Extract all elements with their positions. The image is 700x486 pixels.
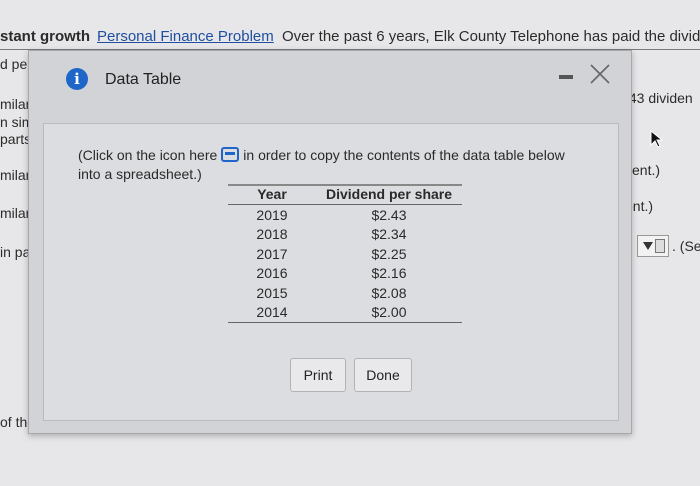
year-cell: 2015	[256, 284, 288, 301]
print-button[interactable]: Print	[290, 358, 346, 392]
year-cell: 2019	[256, 206, 288, 223]
info-icon: i	[66, 68, 88, 90]
instruction-text: (Click on the icon here	[78, 147, 218, 163]
table-row: 2019 $2.43	[228, 205, 462, 225]
dialog-header[interactable]: i Data Table	[29, 51, 631, 109]
table-row: 2018 $2.34	[228, 225, 462, 245]
done-button[interactable]: Done	[354, 358, 412, 392]
year-cell: 2018	[256, 226, 288, 243]
mouse-pointer-icon	[650, 129, 664, 153]
dividend-cell: $2.25	[371, 245, 407, 262]
instruction-text: in order to copy the contents of the dat…	[243, 147, 565, 163]
minimize-icon[interactable]	[559, 75, 573, 79]
table-row: 2014 $2.00	[228, 302, 462, 323]
copy-instructions: (Click on the icon here in order to copy …	[78, 146, 598, 184]
instruction-text: into a spreadsheet.)	[78, 166, 202, 182]
dropdown-scroll-icon	[655, 239, 665, 253]
year-cell: 2014	[228, 302, 316, 323]
answer-dropdown[interactable]	[637, 235, 669, 257]
table-row: 2016 $2.16	[228, 264, 462, 284]
column-header-year: Year	[228, 184, 316, 205]
dividend-cell: $2.43	[371, 206, 407, 223]
dividend-cell: $2.00	[316, 302, 462, 323]
right-fragment: . (Se	[672, 238, 700, 254]
dividend-table: Year Dividend per share 2019 $2.43 2018 …	[228, 184, 462, 323]
dividend-cell: $2.16	[371, 265, 407, 282]
page-title: stant growth	[0, 28, 90, 45]
problem-statement: Over the past 6 years, Elk County Teleph…	[282, 28, 700, 45]
right-fragment: .43 dividen	[625, 90, 693, 106]
column-header-dividend: Dividend per share	[316, 184, 462, 205]
year-cell: 2017	[256, 245, 288, 262]
chevron-down-icon	[643, 242, 653, 250]
table-row: 2017 $2.25	[228, 244, 462, 264]
close-icon[interactable]	[589, 63, 611, 85]
year-cell: 2016	[256, 265, 288, 282]
table-row: 2015 $2.08	[228, 283, 462, 303]
dialog-title: Data Table	[105, 71, 182, 88]
dialog-body: (Click on the icon here in order to copy …	[43, 123, 619, 421]
dividend-cell: $2.08	[371, 284, 407, 301]
dividend-cell: $2.34	[371, 226, 407, 243]
data-table-dialog: i Data Table (Click on the icon here in o…	[28, 50, 632, 434]
copy-to-spreadsheet-icon[interactable]	[221, 147, 240, 162]
personal-finance-link[interactable]: Personal Finance Problem	[97, 28, 274, 45]
